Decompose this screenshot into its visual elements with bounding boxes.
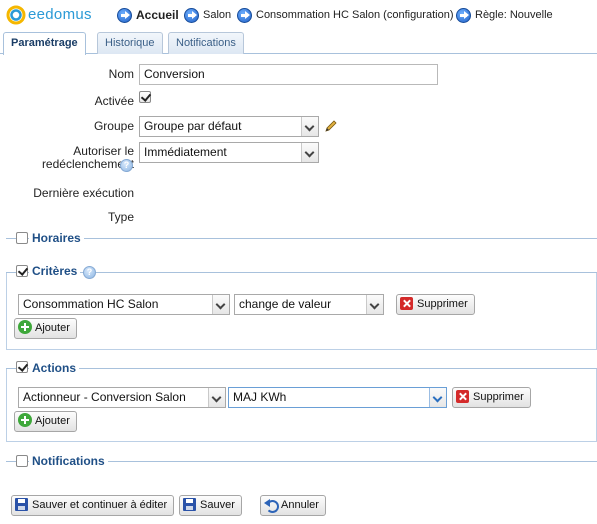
chevron-down-icon: [208, 388, 225, 407]
criteres-condition-value: change de valeur: [239, 297, 332, 311]
horaires-checkbox[interactable]: [16, 232, 28, 244]
breadcrumb-device-config[interactable]: Consommation HC Salon (configuration): [237, 7, 453, 23]
actions-checkbox[interactable]: [16, 361, 28, 373]
logo-text: eedomus: [28, 6, 92, 23]
autoriser-select[interactable]: Immédiatement: [139, 142, 319, 163]
pencil-icon[interactable]: [323, 118, 339, 134]
nom-input[interactable]: Conversion: [139, 64, 438, 85]
tab-historique[interactable]: Historique: [97, 32, 163, 54]
criteres-device-select[interactable]: Consommation HC Salon: [18, 294, 230, 315]
save-continue-label: Sauver et continuer à éditer: [32, 499, 168, 511]
type-label: Type: [107, 210, 134, 224]
criteres-checkbox[interactable]: [16, 265, 28, 277]
top-bar: eedomus Accueil Salon Consommation HC Sa…: [0, 0, 597, 30]
autoriser-select-value: Immédiatement: [144, 145, 227, 159]
delete-icon: [456, 390, 469, 403]
criteres-add-label: Ajouter: [35, 322, 70, 334]
arrow-right-icon: [184, 7, 199, 23]
tab-parametrage[interactable]: Paramétrage: [3, 32, 86, 55]
chevron-down-icon: [301, 117, 318, 136]
cancel-button[interactable]: Annuler: [260, 495, 326, 516]
actions-value-select[interactable]: MAJ KWh: [228, 387, 447, 408]
delete-icon: [400, 297, 413, 310]
criteres-condition-select[interactable]: change de valeur: [234, 294, 384, 315]
actions-delete-button[interactable]: Supprimer: [452, 387, 531, 408]
groupe-label: Groupe: [93, 119, 134, 133]
actions-add-button[interactable]: Ajouter: [14, 411, 77, 432]
save-icon: [183, 498, 196, 511]
groupe-select-value: Groupe par défaut: [144, 119, 242, 133]
notifications-checkbox[interactable]: [16, 455, 28, 467]
chevron-down-icon: [301, 143, 318, 162]
breadcrumb-rule[interactable]: Règle: Nouvelle: [456, 7, 553, 23]
activee-checkbox[interactable]: [139, 91, 151, 103]
derniere-execution-label: Dernière exécution: [33, 186, 134, 200]
actions-device-select[interactable]: Actionneur - Conversion Salon: [18, 387, 226, 408]
chevron-down-icon: [429, 388, 446, 407]
save-continue-button[interactable]: Sauver et continuer à éditer: [11, 495, 175, 516]
help-icon[interactable]: ?: [83, 266, 96, 279]
groupe-select[interactable]: Groupe par défaut: [139, 116, 319, 137]
autoriser-label-line1: Autoriser le: [73, 144, 134, 158]
save-label: Sauver: [200, 499, 235, 511]
breadcrumb-salon[interactable]: Salon: [184, 7, 231, 23]
tabs-bar: Paramétrage Historique Notifications: [0, 31, 597, 55]
arrow-right-icon: [117, 7, 132, 23]
chevron-down-icon: [366, 295, 383, 314]
breadcrumb-home[interactable]: Accueil: [117, 7, 179, 23]
criteres-add-button[interactable]: Ajouter: [14, 318, 77, 339]
arrow-right-icon: [237, 7, 252, 23]
tab-notifications[interactable]: Notifications: [168, 32, 244, 54]
arrow-right-icon: [456, 7, 471, 23]
eedomus-logo-icon: [6, 5, 26, 25]
activee-label: Activée: [94, 94, 134, 108]
criteres-delete-button[interactable]: Supprimer: [396, 294, 475, 315]
actions-divider: [6, 368, 597, 369]
horaires-title: Horaires: [29, 231, 84, 245]
actions-delete-label: Supprimer: [473, 391, 524, 403]
actions-value: MAJ KWh: [233, 390, 287, 404]
save-button[interactable]: Sauver: [179, 495, 242, 516]
cancel-label: Annuler: [281, 499, 319, 511]
actions-add-label: Ajouter: [35, 415, 70, 427]
horaires-divider: [6, 238, 597, 239]
undo-icon: [264, 498, 279, 513]
add-icon: [18, 413, 32, 427]
notifications-title: Notifications: [29, 454, 108, 468]
actions-title: Actions: [29, 361, 80, 375]
add-icon: [18, 320, 32, 334]
help-icon[interactable]: ?: [120, 159, 133, 172]
criteres-device-value: Consommation HC Salon: [23, 297, 159, 311]
actions-device-value: Actionneur - Conversion Salon: [23, 390, 186, 404]
chevron-down-icon: [212, 295, 229, 314]
nom-label: Nom: [108, 67, 134, 81]
save-icon: [15, 498, 28, 511]
criteres-title: Critères: [29, 264, 81, 278]
criteres-delete-label: Supprimer: [417, 298, 468, 310]
